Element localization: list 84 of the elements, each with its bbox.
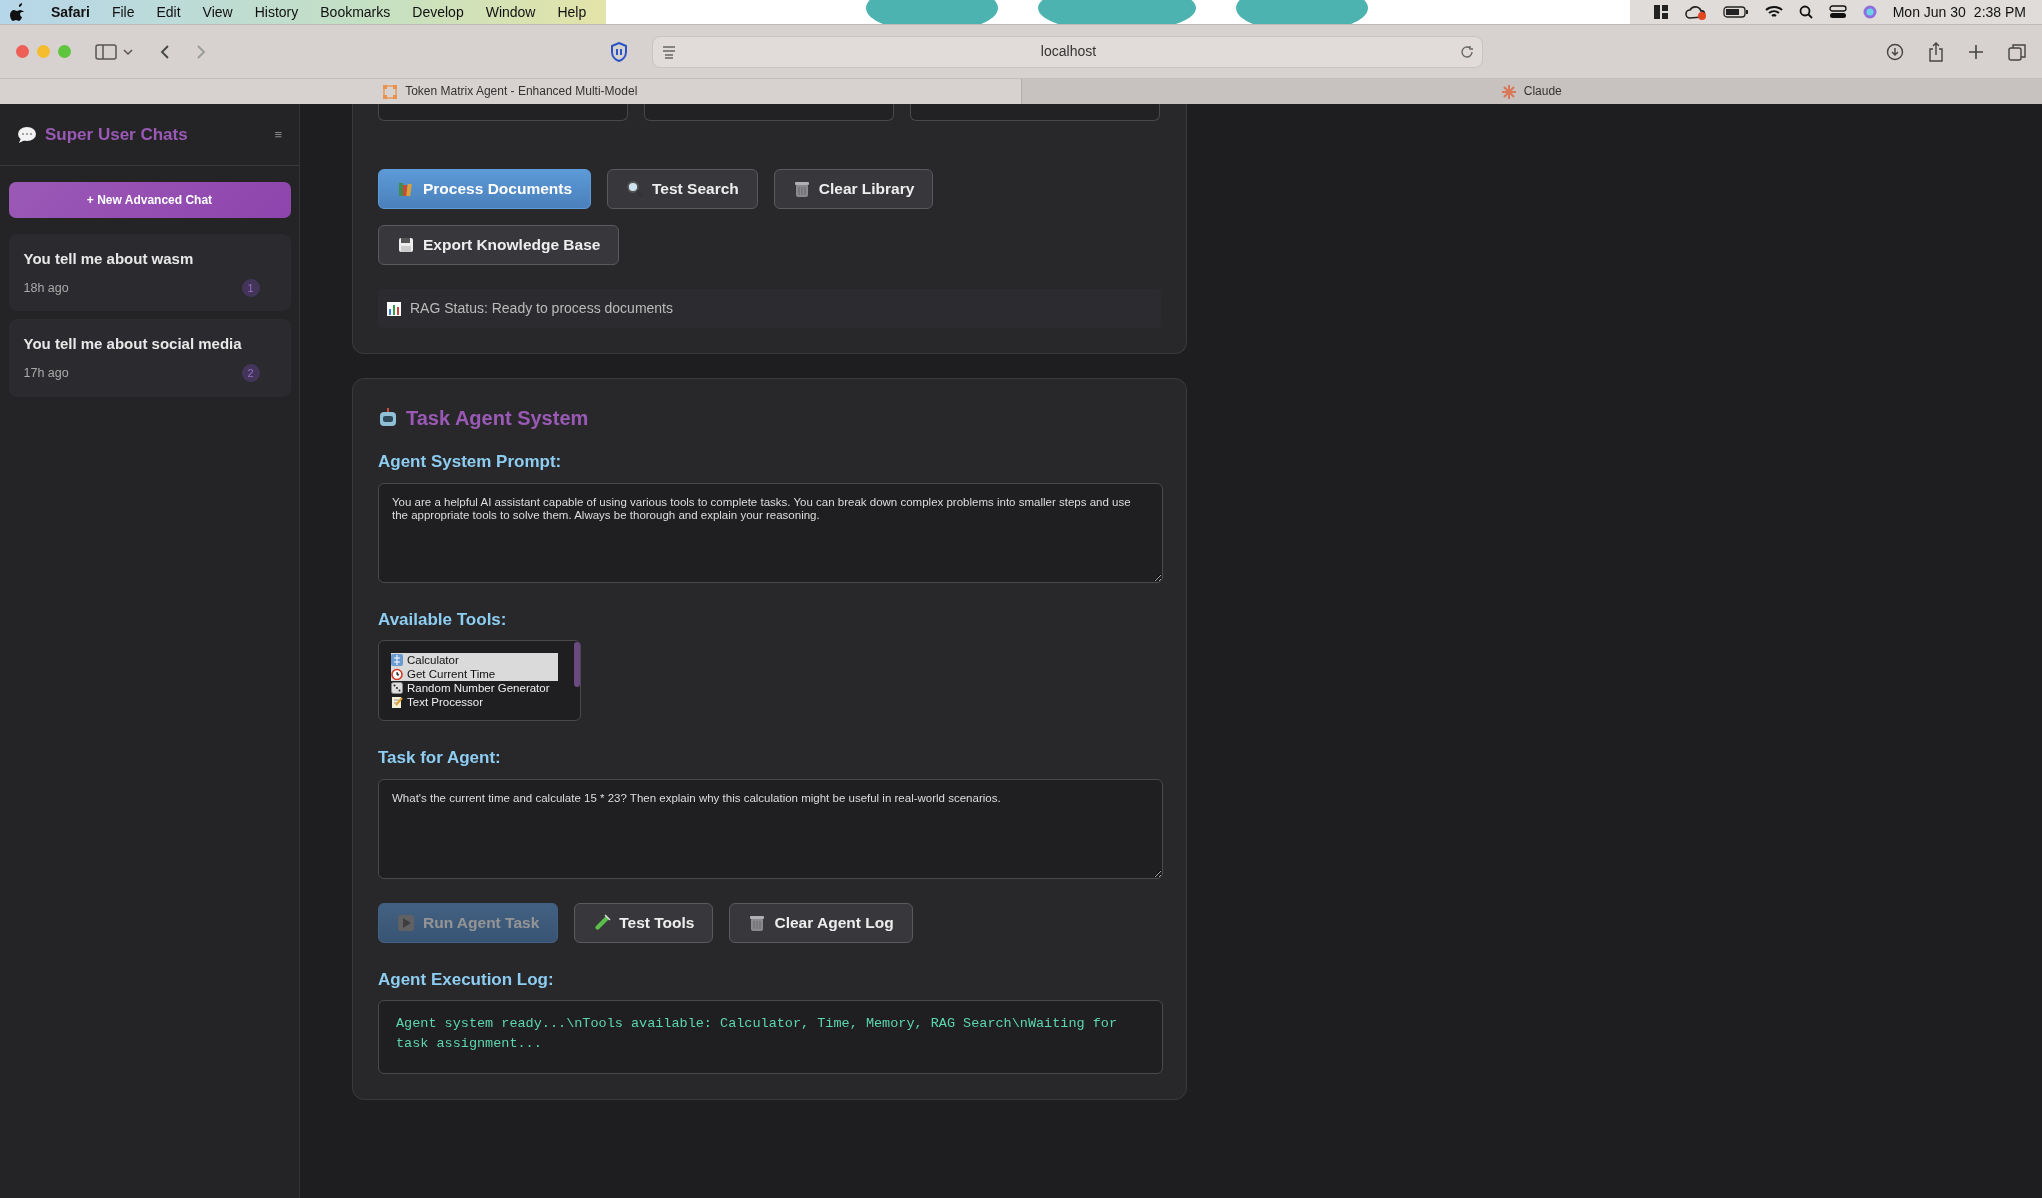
field-label: Available Tools:: [378, 608, 508, 631]
menu-time[interactable]: 2:38 PM: [1973, 1, 2026, 23]
reload-icon[interactable]: [1460, 44, 1474, 59]
browser-tab[interactable]: Claude: [1020, 79, 2042, 104]
scrollbar-thumb[interactable]: [574, 642, 580, 687]
wifi-icon[interactable]: [1764, 5, 1783, 19]
menu-date[interactable]: Mon Jun 30: [1892, 1, 1966, 23]
input-field[interactable]: [644, 104, 894, 121]
prompt-textarea[interactable]: You are a helpful AI assistant capable of using various tools to complete tasks. You can break down complex problems into smaller steps and use the appropriate tools to solve them. Always be thorough and explain your reasoning.: [378, 482, 1163, 583]
new-chat-button[interactable]: + New Advanced Chat: [8, 182, 291, 218]
toggle-icon[interactable]: [1828, 5, 1847, 19]
status-text: RAG Status: Ready to process documents: [410, 299, 673, 318]
chat-item[interactable]: You tell me about social media 17h ago 2: [8, 319, 291, 397]
sidebar-icon[interactable]: [95, 43, 117, 60]
message-count: 1: [241, 278, 260, 297]
chat-title: You tell me about social media: [23, 334, 243, 355]
cloud-icon[interactable]: [1684, 4, 1707, 20]
execution-log: Agent system ready...\nTools available: Calculator, Time, Memory, RAG Search\nWaiting for task assignment...: [378, 1000, 1163, 1074]
tab-title: Token Matrix Agent - Enhanced Multi-Model: [405, 83, 638, 100]
tabs-icon[interactable]: [2008, 42, 2026, 61]
address-text: localhost: [1039, 42, 1098, 61]
field-label: Agent System Prompt:: [378, 451, 563, 473]
menu-item[interactable]: History: [243, 0, 310, 24]
tools-listbox[interactable]: Calculator Get Current Time Random Number Generator Text Processor: [378, 640, 581, 721]
menu-item[interactable]: Develop: [401, 0, 475, 24]
field-label: Agent Execution Log:: [378, 968, 555, 991]
menu-item[interactable]: View: [191, 0, 244, 24]
battery-icon[interactable]: [1722, 5, 1749, 19]
tool-option[interactable]: Calculator: [391, 653, 558, 667]
magnifier-icon: [626, 180, 645, 198]
share-icon[interactable]: [1928, 41, 1944, 62]
action-button[interactable]: Test Search: [607, 169, 758, 209]
tool-option[interactable]: Text Processor: [391, 695, 558, 709]
trash-icon: [792, 180, 811, 198]
siri-icon[interactable]: [1862, 5, 1877, 19]
field-label: Task for Agent:: [378, 747, 502, 769]
download-icon[interactable]: [1886, 42, 1904, 61]
section-title: Task Agent System: [406, 406, 589, 431]
shield-icon[interactable]: [610, 41, 628, 62]
alarm-clock-icon: [391, 668, 403, 680]
books-icon: [397, 180, 415, 198]
speech-bubble-icon: [17, 125, 37, 144]
die-icon: [391, 682, 403, 694]
browser-tab[interactable]: Token Matrix Agent - Enhanced Multi-Model: [0, 79, 1021, 104]
menu-item[interactable]: Window: [474, 0, 547, 24]
memo-icon: [391, 696, 403, 708]
chat-time: 18h ago: [23, 279, 69, 297]
chat-title: You tell me about wasm: [23, 249, 195, 269]
app-menu[interactable]: Safari: [40, 0, 101, 24]
calculator-icon: [391, 654, 403, 666]
search-icon[interactable]: [1798, 5, 1813, 19]
page-icon: [661, 44, 677, 59]
test-tube-icon: [593, 913, 612, 932]
task-textarea[interactable]: What's the current time and calculate 15 * 23? Then explain why this calculation might be useful in real-world scenarios.: [378, 778, 1163, 879]
action-button[interactable]: Clear Library: [773, 169, 934, 209]
menu-item[interactable]: Edit: [145, 0, 192, 24]
address-bar[interactable]: localhost: [652, 35, 1483, 68]
starburst-icon: [1501, 84, 1516, 99]
play-icon: [397, 913, 415, 932]
sidebar-toggle[interactable]: ≡: [274, 124, 282, 145]
sidebar-title: Super User Chats: [45, 123, 188, 146]
plus-icon[interactable]: [1968, 43, 1984, 60]
action-button[interactable]: Clear Agent Log: [729, 902, 913, 943]
layout-icon[interactable]: [1652, 4, 1669, 20]
input-field[interactable]: [910, 104, 1160, 121]
trash-icon: [748, 913, 767, 932]
input-field[interactable]: [378, 104, 628, 121]
floppy-icon: [397, 236, 415, 254]
menu-item[interactable]: File: [100, 0, 146, 24]
back-icon[interactable]: [159, 43, 171, 60]
tool-option[interactable]: Random Number Generator: [391, 681, 558, 695]
menu-item[interactable]: Bookmarks: [309, 0, 402, 24]
menu-item[interactable]: Help: [546, 0, 598, 24]
robot-icon: [378, 408, 398, 428]
bar-chart-icon: [386, 300, 402, 317]
chat-time: 17h ago: [23, 364, 69, 382]
message-count: 2: [241, 364, 260, 383]
action-button[interactable]: Test Tools: [574, 902, 714, 943]
grid-favicon-icon: [383, 84, 398, 99]
action-button[interactable]: Export Knowledge Base: [378, 225, 620, 265]
tool-option[interactable]: Get Current Time: [391, 667, 558, 681]
chat-item[interactable]: You tell me about wasm 18h ago 1: [8, 234, 291, 312]
chevron-down-icon[interactable]: [121, 46, 135, 57]
tab-title: Claude: [1523, 83, 1562, 100]
